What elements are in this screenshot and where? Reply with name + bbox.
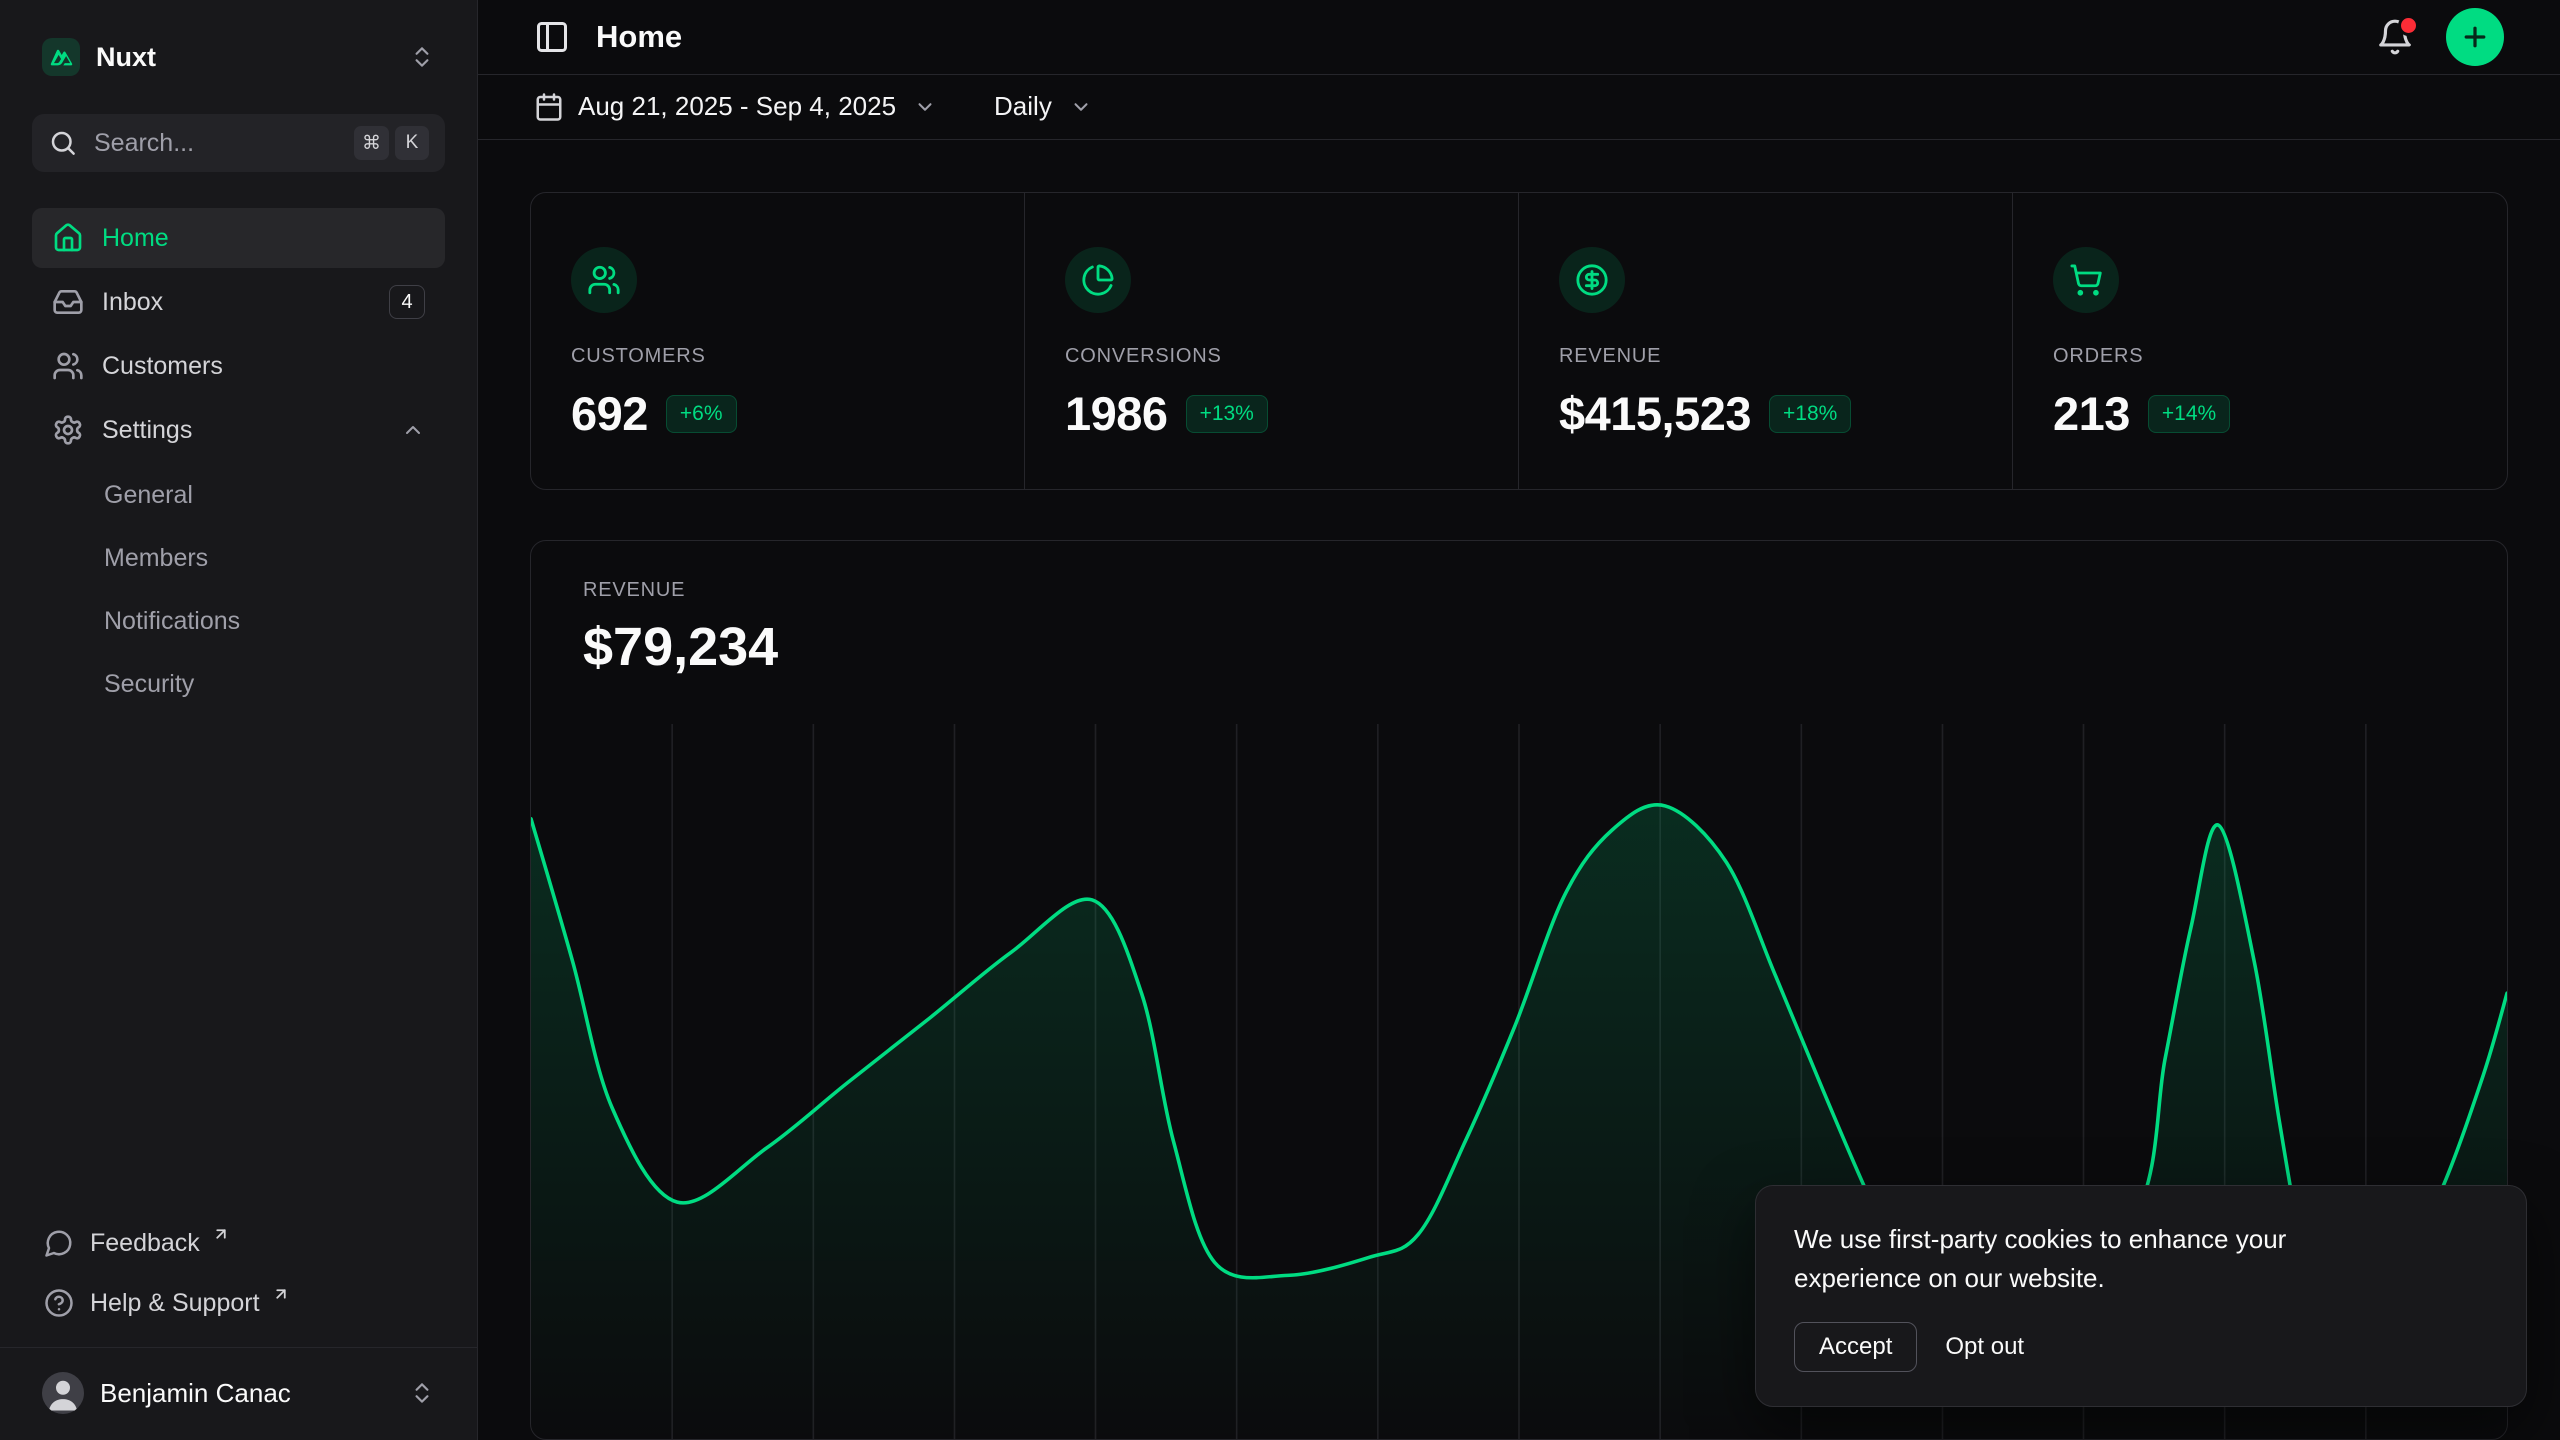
stat-label: CONVERSIONS bbox=[1065, 345, 1478, 368]
stat-conversions: CONVERSIONS 1986 +13% bbox=[1025, 193, 1519, 489]
sidebar-toggle-button[interactable] bbox=[534, 19, 570, 55]
delta-badge: +18% bbox=[1769, 395, 1851, 433]
sidebar-item-general[interactable]: General bbox=[32, 464, 445, 527]
plus-icon bbox=[2460, 22, 2490, 52]
stat-customers: CUSTOMERS 692 +6% bbox=[531, 193, 1025, 489]
sidebar-item-customers[interactable]: Customers bbox=[32, 336, 445, 396]
settings-subnav: General Members Notifications Security bbox=[32, 464, 445, 716]
date-range-picker[interactable]: Aug 21, 2025 - Sep 4, 2025 bbox=[534, 91, 936, 122]
inbox-count-badge: 4 bbox=[389, 285, 425, 319]
search-icon bbox=[48, 128, 78, 158]
sidebar-item-inbox[interactable]: Inbox 4 bbox=[32, 272, 445, 332]
panel-left-icon bbox=[534, 19, 570, 55]
cookie-actions: Accept Opt out bbox=[1794, 1322, 2488, 1372]
nav-label: Customers bbox=[102, 352, 223, 381]
user-menu[interactable]: Benjamin Canac bbox=[32, 1360, 445, 1426]
stat-revenue: REVENUE $415,523 +18% bbox=[1519, 193, 2013, 489]
revenue-card-label: REVENUE bbox=[531, 579, 2507, 602]
sidebar-footer: Feedback Help & Support Benjamin Canac bbox=[32, 1213, 445, 1434]
sidebar-item-settings[interactable]: Settings bbox=[32, 400, 445, 460]
sidebar-nav: Home Inbox 4 Customers Settings General … bbox=[32, 208, 445, 716]
gear-icon bbox=[52, 414, 84, 446]
nuxt-logo-icon bbox=[42, 38, 80, 76]
sidebar-item-members[interactable]: Members bbox=[32, 527, 445, 590]
delta-badge: +14% bbox=[2148, 395, 2230, 433]
revenue-card-value: $79,234 bbox=[531, 616, 2507, 678]
avatar bbox=[42, 1372, 84, 1414]
pie-chart-icon bbox=[1065, 247, 1131, 313]
stat-value: $415,523 bbox=[1559, 386, 1751, 441]
stat-label: REVENUE bbox=[1559, 345, 1972, 368]
user-section: Benjamin Canac bbox=[0, 1347, 477, 1434]
chevron-down-icon bbox=[1070, 96, 1092, 118]
app: { "colors": { "accent": "#00dc82", "noti… bbox=[0, 0, 2560, 1440]
nav-label: Home bbox=[102, 224, 169, 253]
external-link-icon bbox=[272, 1285, 290, 1303]
stat-value: 1986 bbox=[1065, 386, 1168, 441]
help-circle-icon bbox=[44, 1288, 74, 1318]
notifications-button[interactable] bbox=[2376, 18, 2414, 56]
nav-label: Settings bbox=[102, 416, 192, 445]
dollar-circle-icon bbox=[1559, 247, 1625, 313]
accept-button[interactable]: Accept bbox=[1794, 1322, 1917, 1372]
external-link-icon bbox=[212, 1225, 230, 1243]
footer-label: Help & Support bbox=[90, 1289, 260, 1318]
page-title: Home bbox=[596, 19, 682, 55]
stat-orders: ORDERS 213 +14% bbox=[2013, 193, 2507, 489]
sidebar: Nuxt Search... ⌘ K Home Inbox 4 Customer… bbox=[0, 0, 478, 1440]
stats-panel: CUSTOMERS 692 +6% CONVERSIONS 1986 +13% bbox=[530, 192, 2508, 490]
kbd-cmd: ⌘ bbox=[354, 126, 389, 160]
users-icon bbox=[571, 247, 637, 313]
nav-label: Inbox bbox=[102, 288, 163, 317]
search-input[interactable]: Search... ⌘ K bbox=[32, 114, 445, 172]
chevrons-up-down-icon bbox=[409, 44, 435, 70]
sidebar-item-home[interactable]: Home bbox=[32, 208, 445, 268]
topbar-actions bbox=[2376, 8, 2504, 66]
footer-label: Feedback bbox=[90, 1229, 200, 1258]
notification-dot bbox=[2401, 18, 2416, 33]
delta-badge: +6% bbox=[666, 395, 737, 433]
feedback-icon bbox=[44, 1228, 74, 1258]
inbox-icon bbox=[52, 286, 84, 318]
users-icon bbox=[52, 350, 84, 382]
home-icon bbox=[52, 222, 84, 254]
sidebar-item-feedback[interactable]: Feedback bbox=[32, 1213, 445, 1273]
sidebar-item-help-support[interactable]: Help & Support bbox=[32, 1273, 445, 1333]
shopping-cart-icon bbox=[2053, 247, 2119, 313]
stat-label: ORDERS bbox=[2053, 345, 2467, 368]
cookie-banner: We use first-party cookies to enhance yo… bbox=[1755, 1185, 2527, 1407]
stat-value: 692 bbox=[571, 386, 648, 441]
stat-label: CUSTOMERS bbox=[571, 345, 984, 368]
calendar-icon bbox=[534, 92, 564, 122]
chevron-down-icon bbox=[914, 96, 936, 118]
toolbar: Aug 21, 2025 - Sep 4, 2025 Daily bbox=[478, 75, 2560, 140]
topbar: Home bbox=[478, 0, 2560, 75]
add-button[interactable] bbox=[2446, 8, 2504, 66]
chevron-up-icon bbox=[401, 418, 425, 442]
search-shortcut: ⌘ K bbox=[354, 126, 429, 160]
stat-value: 213 bbox=[2053, 386, 2130, 441]
granularity-label: Daily bbox=[994, 91, 1052, 122]
search-placeholder: Search... bbox=[94, 129, 194, 158]
delta-badge: +13% bbox=[1186, 395, 1268, 433]
granularity-select[interactable]: Daily bbox=[994, 91, 1092, 122]
chevrons-up-down-icon bbox=[409, 1380, 435, 1406]
date-range-label: Aug 21, 2025 - Sep 4, 2025 bbox=[578, 91, 896, 122]
kbd-k: K bbox=[395, 126, 429, 160]
user-name: Benjamin Canac bbox=[100, 1378, 291, 1409]
workspace-switcher[interactable]: Nuxt bbox=[32, 26, 445, 88]
workspace-name: Nuxt bbox=[96, 42, 156, 73]
sidebar-item-notifications[interactable]: Notifications bbox=[32, 590, 445, 653]
opt-out-button[interactable]: Opt out bbox=[1927, 1323, 2042, 1371]
sidebar-item-security[interactable]: Security bbox=[32, 653, 445, 716]
cookie-message: We use first-party cookies to enhance yo… bbox=[1794, 1220, 2414, 1298]
